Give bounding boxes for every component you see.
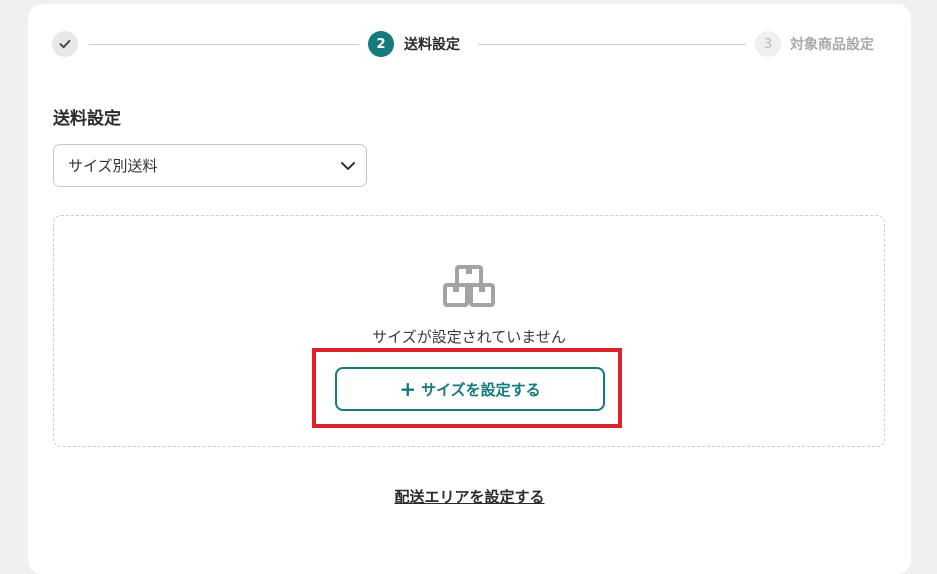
- step-connector: [478, 44, 746, 45]
- step2-number: 2: [368, 31, 394, 57]
- add-size-button[interactable]: + サイズを設定する: [335, 367, 605, 411]
- settings-card: 2 送料設定 3 対象商品設定 送料設定 サイズ別送料 サイズが設定されていませ…: [28, 4, 911, 574]
- size-empty-state: サイズが設定されていません + サイズを設定する: [53, 215, 885, 447]
- empty-message: サイズが設定されていません: [372, 328, 566, 346]
- select-value: サイズ別送料: [68, 157, 158, 175]
- stepper: 2 送料設定 3 対象商品設定: [28, 4, 911, 84]
- shipping-type-select[interactable]: サイズ別送料: [53, 144, 367, 187]
- box-icon: [443, 265, 495, 307]
- chevron-down-icon: [341, 162, 355, 170]
- step3-number: 3: [755, 31, 781, 57]
- step3-label: 対象商品設定: [790, 37, 874, 53]
- step-connector: [89, 44, 359, 45]
- plus-icon: +: [399, 377, 417, 401]
- section-title: 送料設定: [53, 109, 121, 129]
- set-delivery-area-link[interactable]: 配送エリアを設定する: [28, 486, 911, 507]
- step2-label: 送料設定: [404, 37, 460, 53]
- step1-completed[interactable]: [52, 31, 78, 57]
- add-size-button-label: サイズを設定する: [421, 380, 541, 399]
- check-icon: [59, 39, 71, 49]
